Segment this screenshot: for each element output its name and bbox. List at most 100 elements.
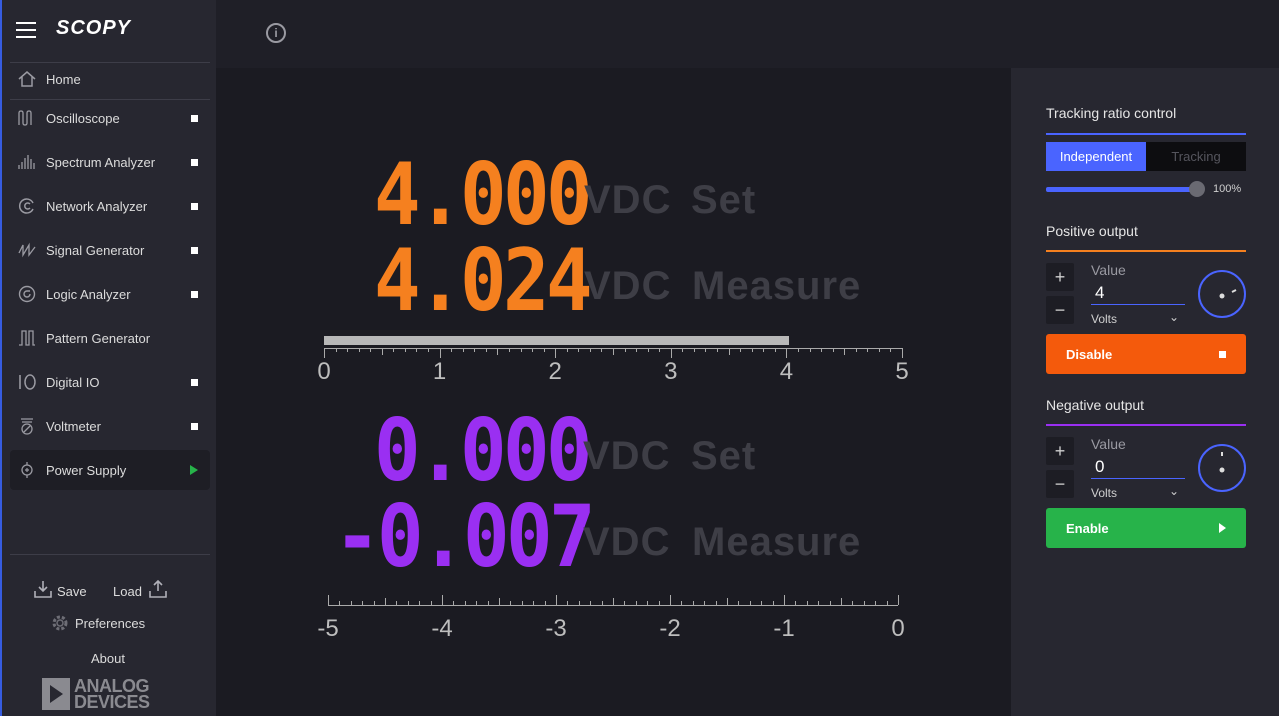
scale-tick [878, 348, 880, 352]
digital-io-icon [14, 373, 40, 391]
tracking-underline [1046, 133, 1246, 135]
negative-increment-button[interactable]: + [1046, 437, 1074, 465]
tracking-ratio-handle[interactable] [1189, 181, 1205, 197]
sidebar-edge [0, 0, 2, 716]
scale-tick [774, 348, 776, 352]
scale-label: 3 [664, 358, 678, 385]
oscilloscope-icon [14, 109, 40, 127]
scale-tick [624, 601, 626, 605]
positive-disable-button[interactable]: Disable [1046, 334, 1246, 374]
scale-tick [339, 601, 341, 605]
negative-value-input[interactable] [1091, 456, 1185, 479]
sidebar-item-network-analyzer[interactable]: Network Analyzer [10, 186, 210, 226]
mode-independent-button[interactable]: Independent [1046, 142, 1146, 171]
scale-tick [324, 348, 325, 358]
preferences-button[interactable]: Preferences [50, 613, 145, 633]
scale-tick [544, 601, 546, 605]
chevron-down-icon: ⌄ [1168, 310, 1179, 324]
sidebar-item-power-supply[interactable]: Power Supply [10, 450, 210, 490]
scale-tick [670, 348, 672, 358]
scale-tick [886, 601, 888, 605]
scale-tick [462, 348, 464, 352]
sidebar-item-oscilloscope[interactable]: Oscilloscope [10, 98, 210, 138]
scale-tick [396, 601, 398, 605]
sidebar-item-pattern-generator[interactable]: Pattern Generator [10, 318, 210, 358]
scale-tick [806, 601, 808, 605]
sidebar-item-logic-analyzer[interactable]: Logic Analyzer [10, 274, 210, 314]
scale-tick [749, 601, 751, 605]
negative-value-label: Value [1091, 436, 1126, 452]
negative-unit-select[interactable]: Volts ⌄ [1091, 484, 1181, 500]
scale-label: 5 [895, 358, 909, 385]
scale-tick [761, 601, 763, 605]
scale-tick [487, 601, 489, 605]
sidebar-item-label: Voltmeter [46, 418, 101, 434]
scale-tick [681, 601, 683, 605]
mode-tracking-button[interactable]: Tracking [1146, 142, 1246, 171]
scale-tick [728, 348, 730, 355]
app-logo: SCOPY [56, 17, 132, 39]
negative-enable-button[interactable]: Enable [1046, 508, 1246, 548]
sidebar-item-spectrum-analyzer[interactable]: Spectrum Analyzer [10, 142, 210, 182]
scale-tick [841, 598, 842, 605]
positive-output-title: Positive output [1046, 223, 1138, 239]
save-button[interactable]: Save [33, 579, 87, 599]
tracking-title: Tracking ratio control [1046, 105, 1177, 121]
tracking-ratio-slider[interactable] [1046, 187, 1196, 192]
scale-tick [407, 601, 409, 605]
load-button[interactable]: Load [113, 579, 168, 599]
sidebar-item-signal-generator[interactable]: Signal Generator [10, 230, 210, 270]
negative-decrement-button[interactable]: − [1046, 470, 1074, 498]
negative-measure-label: Measure [692, 520, 862, 564]
scale-tick [556, 595, 557, 605]
scale-tick [890, 348, 892, 352]
scale-tick [373, 601, 375, 605]
sidebar-item-home[interactable]: Home [10, 59, 210, 99]
info-icon[interactable]: i [266, 23, 286, 43]
scale-tick [476, 601, 478, 605]
scale-tick [717, 348, 719, 352]
scale-tick [590, 601, 592, 605]
scale-tick [647, 348, 649, 352]
scale-tick [693, 348, 695, 352]
scale-tick [844, 348, 846, 355]
scale-tick [855, 348, 857, 352]
sidebar-item-label: Logic Analyzer [46, 286, 131, 302]
sidebar-item-digital-io[interactable]: Digital IO [10, 362, 210, 402]
positive-increment-button[interactable]: + [1046, 263, 1074, 291]
tracking-mode-switch: Independent Tracking [1046, 142, 1246, 171]
positive-unit-select[interactable]: Volts ⌄ [1091, 310, 1181, 326]
scale-tick [404, 348, 406, 352]
scale-tick [670, 595, 671, 605]
network-icon [14, 197, 40, 215]
home-icon [14, 70, 40, 88]
positive-value-input[interactable] [1091, 282, 1185, 305]
scale-tick [451, 348, 453, 352]
positive-knob[interactable] [1198, 270, 1246, 318]
scale-tick [439, 348, 441, 358]
scale-axis [328, 605, 898, 606]
scale-tick [532, 348, 534, 352]
negative-measure-value: -0.007 [334, 487, 596, 587]
positive-decrement-button[interactable]: − [1046, 296, 1074, 324]
sidebar-item-voltmeter[interactable]: Voltmeter [10, 406, 210, 446]
scale-tick [786, 348, 788, 358]
scale-label: 2 [548, 358, 562, 385]
scale-label: 4 [779, 358, 794, 385]
scale-label: -1 [773, 615, 795, 642]
negative-measure-unit: VDC [583, 520, 671, 564]
control-panel: Tracking ratio control Independent Track… [1011, 68, 1279, 716]
scale-tick [902, 348, 903, 358]
sidebar: SCOPY Home Oscilloscope Spectrum Analyze… [0, 0, 216, 716]
positive-measure-label: Measure [692, 264, 862, 308]
about-button[interactable]: About [91, 651, 125, 666]
menu-icon[interactable] [16, 22, 36, 38]
sidebar-item-label: Pattern Generator [46, 330, 151, 346]
scale-tick [543, 348, 545, 352]
spectrum-icon [14, 153, 40, 171]
scale-tick [832, 348, 834, 352]
scale-tick [335, 348, 337, 352]
negative-knob[interactable] [1198, 444, 1246, 492]
scale-tick [763, 348, 765, 352]
load-label: Load [113, 584, 142, 599]
